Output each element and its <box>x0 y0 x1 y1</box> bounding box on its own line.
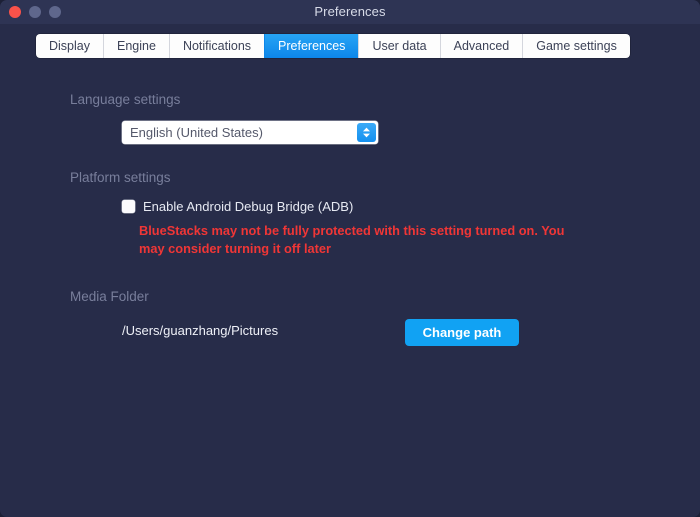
tab-preferences[interactable]: Preferences <box>264 34 359 58</box>
preferences-window: Preferences Display Engine Notifications… <box>0 0 700 517</box>
window-title: Preferences <box>314 4 386 19</box>
adb-checkbox-label: Enable Android Debug Bridge (ADB) <box>143 199 354 214</box>
tab-user-data[interactable]: User data <box>358 34 440 58</box>
adb-checkbox[interactable] <box>122 200 135 213</box>
platform-settings-label: Platform settings <box>70 170 171 185</box>
language-select[interactable]: English (United States) <box>122 121 378 144</box>
media-folder-label: Media Folder <box>70 289 149 304</box>
language-select-value: English (United States) <box>130 125 263 140</box>
tab-display[interactable]: Display <box>36 34 103 58</box>
language-settings-label: Language settings <box>70 92 181 107</box>
tab-advanced[interactable]: Advanced <box>439 34 523 58</box>
tab-bar: Display Engine Notifications Preferences… <box>36 34 630 58</box>
adb-checkbox-row[interactable]: Enable Android Debug Bridge (ADB) <box>122 199 353 214</box>
tab-game-settings[interactable]: Game settings <box>522 34 630 58</box>
preferences-panel: Language settings English (United States… <box>0 58 700 517</box>
chevron-up-down-icon[interactable] <box>357 123 376 142</box>
change-path-button[interactable]: Change path <box>405 319 519 346</box>
title-bar: Preferences <box>0 0 700 24</box>
tab-engine[interactable]: Engine <box>103 34 169 58</box>
tab-notifications[interactable]: Notifications <box>168 34 265 58</box>
adb-warning-text: BlueStacks may not be fully protected wi… <box>139 223 565 256</box>
media-folder-path: /Users/guanzhang/Pictures <box>122 323 279 338</box>
